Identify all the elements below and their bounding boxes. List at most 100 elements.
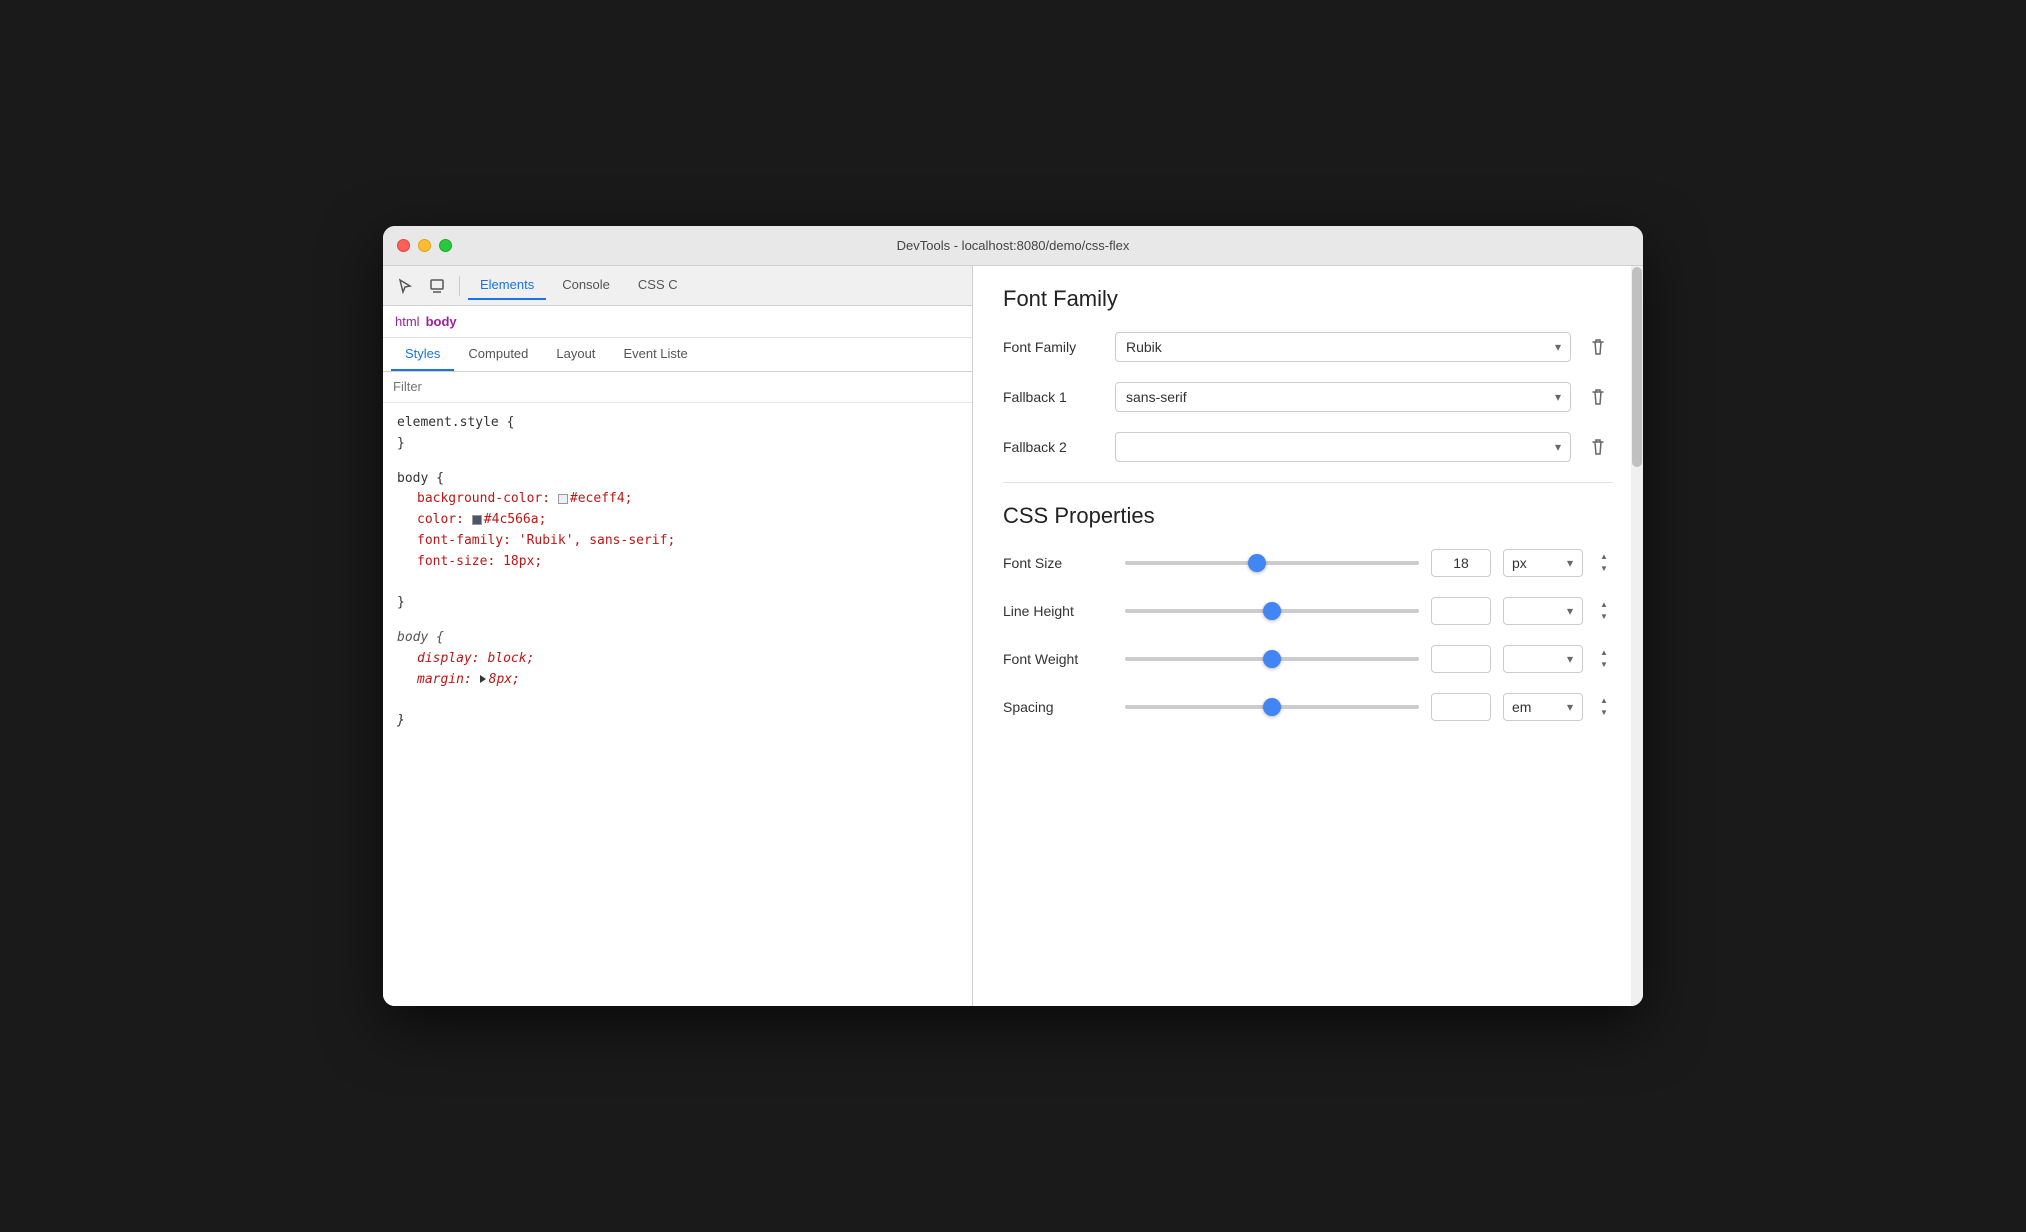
spacing-step-up[interactable]: ▲ (1595, 695, 1613, 707)
font-weight-thumb[interactable] (1263, 650, 1281, 668)
css-selector-body-italic: body { (397, 630, 444, 645)
css-properties-title: CSS Properties (1003, 503, 1613, 529)
css-block-body: body { background-color: #eceff4; color:… (397, 469, 958, 615)
font-weight-step-up[interactable]: ▲ (1595, 647, 1613, 659)
fallback2-delete-button[interactable] (1583, 432, 1613, 462)
css-prop-margin[interactable]: margin: 8px; (397, 670, 958, 691)
margin-triangle[interactable] (480, 675, 486, 683)
tab-separator (459, 276, 460, 296)
cursor-icon (397, 278, 413, 294)
line-height-input[interactable] (1431, 597, 1491, 625)
font-weight-step-down[interactable]: ▼ (1595, 659, 1613, 671)
css-value-color: #4c566a; (484, 512, 547, 527)
sub-tab-computed[interactable]: Computed (454, 338, 542, 371)
fallback1-label: Fallback 1 (1003, 389, 1103, 405)
spacing-unit-select[interactable]: em px rem % (1503, 693, 1583, 721)
spacing-unit-wrapper: em px rem % ▾ (1503, 693, 1583, 721)
font-weight-input[interactable] (1431, 645, 1491, 673)
trash-icon-2 (1590, 388, 1606, 406)
font-size-step-down[interactable]: ▼ (1595, 563, 1613, 575)
minimize-button[interactable] (418, 239, 431, 252)
css-block-body-computed: body { display: block; margin: 8px; } (397, 628, 958, 732)
section-divider (1003, 482, 1613, 483)
fallback2-select[interactable]: sans-serif serif (1115, 432, 1571, 462)
spacing-label: Spacing (1003, 699, 1113, 715)
font-size-unit-select[interactable]: px em rem % (1503, 549, 1583, 577)
font-weight-stepper: ▲ ▼ (1595, 647, 1613, 671)
css-value-margin: 8px; (489, 672, 520, 687)
font-family-label: Font Family (1003, 339, 1103, 355)
line-height-unit-select[interactable]: px em (1503, 597, 1583, 625)
main-tab-bar: Elements Console CSS C (383, 266, 972, 306)
css-value-font-size: 18px; (503, 554, 542, 569)
font-family-select-wrapper: Rubik Arial Georgia ▾ (1115, 332, 1571, 362)
css-prop-display[interactable]: display: block; (397, 649, 958, 670)
line-height-row: Line Height px em ▾ ▲ ▼ (1003, 597, 1613, 625)
font-size-step-up[interactable]: ▲ (1595, 551, 1613, 563)
traffic-lights (397, 239, 452, 252)
font-weight-label: Font Weight (1003, 651, 1113, 667)
line-height-stepper: ▲ ▼ (1595, 599, 1613, 623)
font-weight-unit-wrapper: 100 400 700 ▾ (1503, 645, 1583, 673)
line-height-step-down[interactable]: ▼ (1595, 611, 1613, 623)
css-brace-close-1: } (397, 436, 405, 451)
filter-input[interactable] (393, 379, 962, 394)
trash-icon-1 (1590, 338, 1606, 356)
color-swatch-text (472, 515, 482, 525)
trash-icon-3 (1590, 438, 1606, 456)
scrollbar-thumb[interactable] (1632, 267, 1642, 467)
font-size-stepper: ▲ ▼ (1595, 551, 1613, 575)
sub-tab-styles[interactable]: Styles (391, 338, 454, 371)
fallback2-select-wrapper: sans-serif serif ▾ (1115, 432, 1571, 462)
sub-tab-layout[interactable]: Layout (542, 338, 609, 371)
devtools-window: DevTools - localhost:8080/demo/css-flex (383, 226, 1643, 1006)
spacing-thumb[interactable] (1263, 698, 1281, 716)
close-button[interactable] (397, 239, 410, 252)
spacing-stepper: ▲ ▼ (1595, 695, 1613, 719)
tab-elements[interactable]: Elements (468, 271, 546, 300)
font-weight-unit-select[interactable]: 100 400 700 (1503, 645, 1583, 673)
titlebar: DevTools - localhost:8080/demo/css-flex (383, 226, 1643, 266)
font-size-thumb[interactable] (1248, 554, 1266, 572)
spacing-input[interactable] (1431, 693, 1491, 721)
tab-console[interactable]: Console (550, 271, 622, 300)
tab-css[interactable]: CSS C (626, 271, 690, 300)
breadcrumb-body[interactable]: body (426, 314, 457, 329)
right-panel: Font Family Font Family Rubik Arial Geor… (973, 266, 1643, 1006)
spacing-slider[interactable] (1125, 705, 1419, 709)
css-prop-font-family[interactable]: font-family: 'Rubik', sans-serif; (397, 531, 958, 552)
line-height-step-up[interactable]: ▲ (1595, 599, 1613, 611)
sub-tab-event-listeners[interactable]: Event Liste (609, 338, 701, 371)
font-size-row: Font Size px em rem % ▾ ▲ ▼ (1003, 549, 1613, 577)
css-prop-bg-color[interactable]: background-color: #eceff4; (397, 489, 958, 510)
css-block-element-style: element.style { } (397, 413, 958, 455)
breadcrumb-html[interactable]: html (395, 314, 420, 329)
font-family-delete-button[interactable] (1583, 332, 1613, 362)
fallback2-row: Fallback 2 sans-serif serif ▾ (1003, 432, 1613, 462)
css-prop-font-size[interactable]: font-size: 18px; (397, 552, 958, 573)
devtools-body: Elements Console CSS C html body Styles (383, 266, 1643, 1006)
font-family-select[interactable]: Rubik Arial Georgia (1115, 332, 1571, 362)
font-weight-slider[interactable] (1125, 657, 1419, 661)
font-size-slider[interactable] (1125, 561, 1419, 565)
fallback1-delete-button[interactable] (1583, 382, 1613, 412)
sub-tab-bar: Styles Computed Layout Event Liste (383, 338, 972, 372)
css-value-bg: #eceff4; (570, 491, 633, 506)
cursor-icon-btn[interactable] (391, 272, 419, 300)
spacing-step-down[interactable]: ▼ (1595, 707, 1613, 719)
css-value-display: block; (487, 651, 534, 666)
css-brace-close-2: } (397, 595, 405, 610)
layers-icon (429, 278, 445, 294)
layers-icon-btn[interactable] (423, 272, 451, 300)
font-size-label: Font Size (1003, 555, 1113, 571)
font-size-unit-wrapper: px em rem % ▾ (1503, 549, 1583, 577)
line-height-unit-wrapper: px em ▾ (1503, 597, 1583, 625)
font-size-input[interactable] (1431, 549, 1491, 577)
css-prop-color[interactable]: color: #4c566a; (397, 510, 958, 531)
font-weight-row: Font Weight 100 400 700 ▾ ▲ ▼ (1003, 645, 1613, 673)
line-height-slider[interactable] (1125, 609, 1419, 613)
maximize-button[interactable] (439, 239, 452, 252)
css-editor: element.style { } body { background-colo… (383, 403, 972, 1006)
fallback1-select[interactable]: sans-serif serif monospace (1115, 382, 1571, 412)
line-height-thumb[interactable] (1263, 602, 1281, 620)
